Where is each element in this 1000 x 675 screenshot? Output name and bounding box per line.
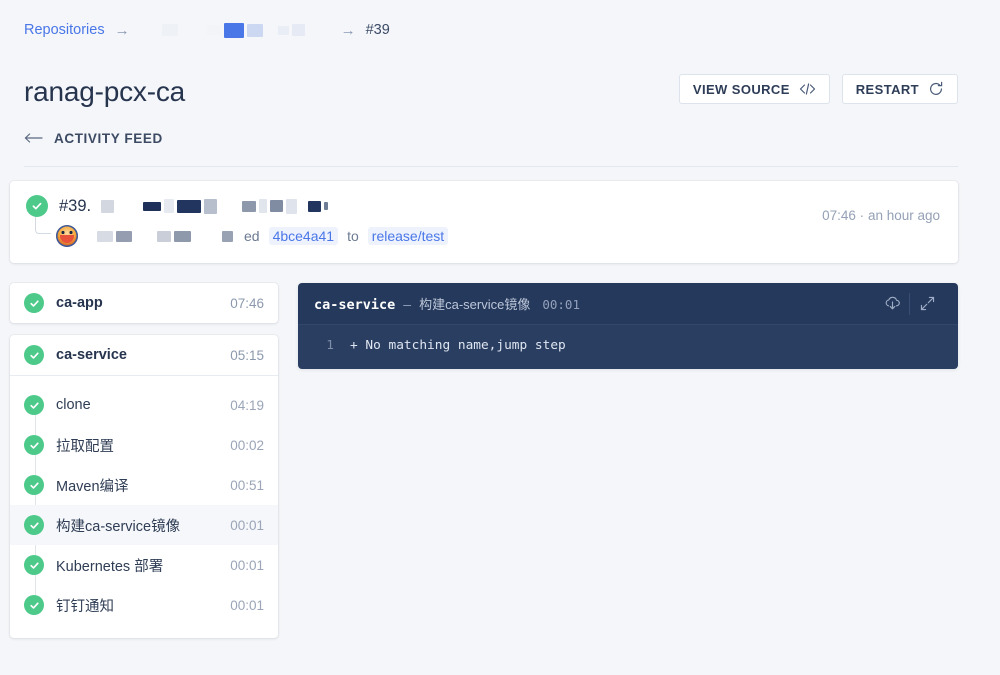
breadcrumb: Repositories → → #39 (24, 22, 390, 38)
time-separator: · (860, 208, 865, 223)
step-label: 拉取配置 (56, 435, 230, 456)
restart-button[interactable]: RESTART (842, 74, 958, 104)
log-panel: ca-service – 构建ca-service镜像 00:01 1 (298, 283, 958, 369)
build-summary-card[interactable]: #39. ed (10, 181, 958, 263)
stage-header-ca-service[interactable]: ca-service 05:15 (10, 335, 278, 376)
stage-name-ca-service: ca-service (56, 347, 230, 363)
stage-card-ca-service: ca-service 05:15 clone 04:19 拉取配置 00:02 … (10, 335, 278, 638)
log-panel-actions (875, 290, 944, 318)
event-text-redacted (157, 231, 191, 242)
step-duration: 00:01 (230, 598, 264, 613)
breadcrumb-redacted-repo[interactable] (162, 23, 305, 38)
step-duration: 00:51 (230, 478, 264, 493)
activity-feed-back-link[interactable]: ACTIVITY FEED (24, 131, 163, 146)
step-item-maven-build[interactable]: Maven编译 00:51 (10, 465, 278, 505)
step-label: Kubernetes 部署 (56, 555, 230, 576)
view-source-label: VIEW SOURCE (693, 82, 790, 97)
stage-status-success-icon (24, 345, 44, 365)
stage-time-ca-app: 07:46 (230, 296, 264, 311)
avatar (56, 225, 78, 247)
log-title-dash: – (403, 298, 411, 313)
breadcrumb-repositories-link[interactable]: Repositories (24, 22, 105, 38)
author-name-redacted (97, 231, 132, 242)
build-relative-time: an hour ago (868, 208, 940, 223)
step-list: clone 04:19 拉取配置 00:02 Maven编译 00:51 构建c… (10, 376, 278, 634)
step-duration: 00:02 (230, 438, 264, 453)
to-label: to (347, 228, 359, 244)
view-source-button[interactable]: VIEW SOURCE (679, 74, 830, 104)
step-status-success-icon (24, 395, 44, 415)
breadcrumb-build-number: #39 (366, 22, 390, 38)
step-status-success-icon (24, 555, 44, 575)
back-arrow-icon (24, 131, 43, 146)
step-duration: 04:19 (230, 398, 264, 413)
log-line-text: + No matching name,jump step (350, 337, 566, 355)
step-item-kubernetes-deploy[interactable]: Kubernetes 部署 00:01 (10, 545, 278, 585)
stage-card-ca-app[interactable]: ca-app 07:46 (10, 283, 278, 323)
step-status-success-icon (24, 475, 44, 495)
stage-status-success-icon (24, 293, 44, 313)
step-status-success-icon (24, 595, 44, 615)
step-item-clone[interactable]: clone 04:19 (10, 385, 278, 425)
log-line-number: 1 (314, 337, 334, 355)
header-actions: VIEW SOURCE RESTART (679, 74, 958, 104)
build-status-success-icon (26, 195, 48, 217)
log-body[interactable]: 1 + No matching name,jump step (298, 325, 958, 369)
build-message-redacted (97, 199, 328, 214)
cloud-download-icon[interactable] (875, 290, 909, 318)
log-step-duration: 00:01 (542, 297, 580, 312)
step-label: Maven编译 (56, 475, 230, 496)
expand-icon[interactable] (910, 290, 944, 318)
step-duration: 00:01 (230, 518, 264, 533)
step-label: 构建ca-service镜像 (56, 515, 230, 536)
step-status-success-icon (24, 435, 44, 455)
breadcrumb-arrow-icon-2: → (341, 23, 356, 38)
build-title: #39. (59, 197, 328, 216)
refresh-icon (928, 81, 944, 97)
log-stage-name: ca-service (314, 297, 395, 313)
breadcrumb-arrow-icon-1: → (115, 23, 130, 38)
commit-sha-link[interactable]: 4bce4a41 (269, 227, 339, 245)
event-redacted-block (222, 231, 233, 242)
branch-link[interactable]: release/test (368, 227, 448, 245)
step-status-success-icon (24, 515, 44, 535)
log-line: 1 + No matching name,jump step (298, 337, 958, 355)
build-timestamp: 07:46 · an hour ago (822, 208, 940, 223)
stage-time-ca-service: 05:15 (230, 348, 264, 363)
tree-elbow-connector (35, 216, 51, 234)
log-title: ca-service – 构建ca-service镜像 00:01 (314, 294, 875, 313)
build-summary-title-row: #39. (26, 195, 942, 217)
step-item-dingtalk-notify[interactable]: 钉钉通知 00:01 (10, 585, 278, 625)
build-summary-meta-row: ed 4bce4a41 to release/test (26, 225, 942, 247)
log-step-name: 构建ca-service镜像 (419, 294, 530, 313)
activity-feed-label: ACTIVITY FEED (54, 131, 163, 146)
header-divider (24, 166, 958, 167)
restart-label: RESTART (856, 82, 919, 97)
step-label: 钉钉通知 (56, 595, 230, 616)
build-number: #39. (59, 197, 91, 216)
step-item-pull-config[interactable]: 拉取配置 00:02 (10, 425, 278, 465)
page-title: ranag-pcx-ca (24, 76, 185, 108)
step-label: clone (56, 397, 230, 413)
action-text: ed (244, 228, 260, 244)
step-item-build-image[interactable]: 构建ca-service镜像 00:01 (10, 505, 278, 545)
step-duration: 00:01 (230, 558, 264, 573)
code-brackets-icon (799, 82, 816, 96)
build-time: 07:46 (822, 208, 856, 223)
stage-name-ca-app: ca-app (56, 295, 230, 311)
log-panel-header: ca-service – 构建ca-service镜像 00:01 (298, 283, 958, 325)
